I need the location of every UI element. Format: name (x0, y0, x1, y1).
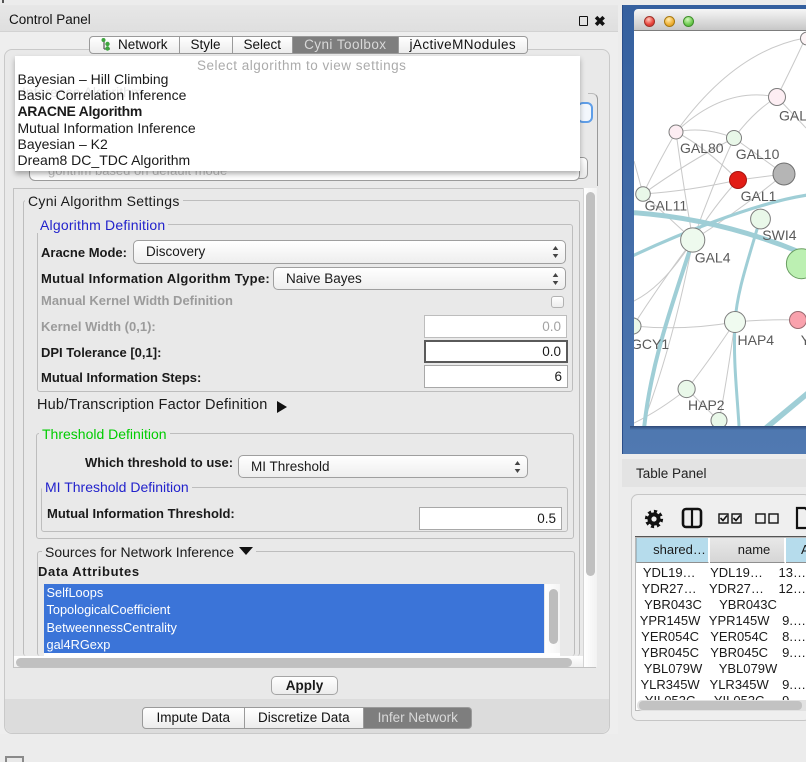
svg-text:HAP2: HAP2 (688, 397, 725, 413)
svg-text:SWI4: SWI4 (762, 227, 796, 243)
svg-text:GAL4: GAL4 (695, 250, 731, 266)
svg-text:GAL10: GAL10 (736, 146, 780, 162)
svg-text:HAP4: HAP4 (738, 332, 775, 348)
svg-text:YJ: YJ (801, 332, 806, 348)
svg-text:GAL80: GAL80 (680, 140, 724, 156)
svg-text:GAL2: GAL2 (779, 108, 806, 124)
svg-text:GCY1: GCY1 (634, 336, 669, 352)
svg-text:GAL1: GAL1 (741, 188, 777, 204)
svg-text:GAL11: GAL11 (645, 198, 688, 214)
